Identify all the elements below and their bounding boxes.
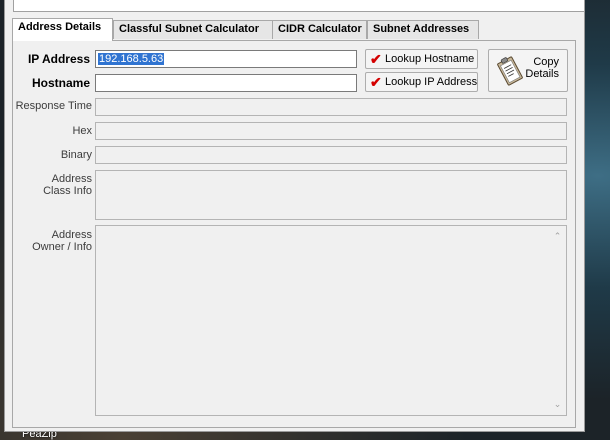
check-mark-icon: ✔ (370, 74, 382, 90)
clipboard-icon (493, 54, 527, 91)
hex-field (95, 122, 567, 140)
lookup-hostname-label: Lookup Hostname (385, 53, 475, 65)
binary-field (95, 146, 567, 164)
hex-label: Hex (72, 125, 92, 137)
lookup-ip-address-button[interactable]: ✔ Lookup IP Address (365, 72, 478, 92)
vertical-scrollbar[interactable]: ⌃ ⌄ (549, 226, 566, 415)
address-owner-info-box[interactable]: ⌃ ⌄ (95, 225, 567, 416)
scroll-down-arrow-icon[interactable]: ⌄ (552, 399, 563, 410)
address-owner-info-label: Address Owner / Info (32, 229, 92, 253)
tab-classful-subnet-calculator[interactable]: Classful Subnet Calculator (113, 20, 282, 39)
response-time-label: Response Time (15, 100, 92, 112)
ip-address-value: 192.168.5.63 (98, 53, 165, 65)
response-time-field (95, 98, 567, 116)
tab-cidr-calculator[interactable]: CIDR Calculator (272, 20, 367, 39)
lookup-ip-address-label: Lookup IP Address (385, 76, 478, 88)
title-strip (13, 0, 585, 12)
ip-address-label: IP Address (27, 52, 90, 66)
check-mark-icon: ✔ (370, 51, 382, 67)
address-class-info-box (95, 170, 567, 220)
lookup-hostname-button[interactable]: ✔ Lookup Hostname (365, 49, 478, 69)
ip-address-input[interactable]: 192.168.5.63 (95, 50, 357, 68)
tab-subnet-addresses[interactable]: Subnet Addresses (367, 20, 479, 39)
copy-details-button[interactable]: Copy Details (488, 49, 568, 92)
tab-address-details[interactable]: Address Details (12, 18, 113, 40)
binary-label: Binary (60, 149, 92, 161)
scroll-up-arrow-icon[interactable]: ⌃ (552, 231, 563, 242)
address-class-info-label: Address Class Info (43, 173, 92, 197)
hostname-label: Hostname (31, 76, 90, 90)
hostname-input[interactable] (95, 74, 357, 92)
copy-details-label: Copy Details (525, 56, 559, 80)
active-tab-joint (13, 39, 112, 41)
